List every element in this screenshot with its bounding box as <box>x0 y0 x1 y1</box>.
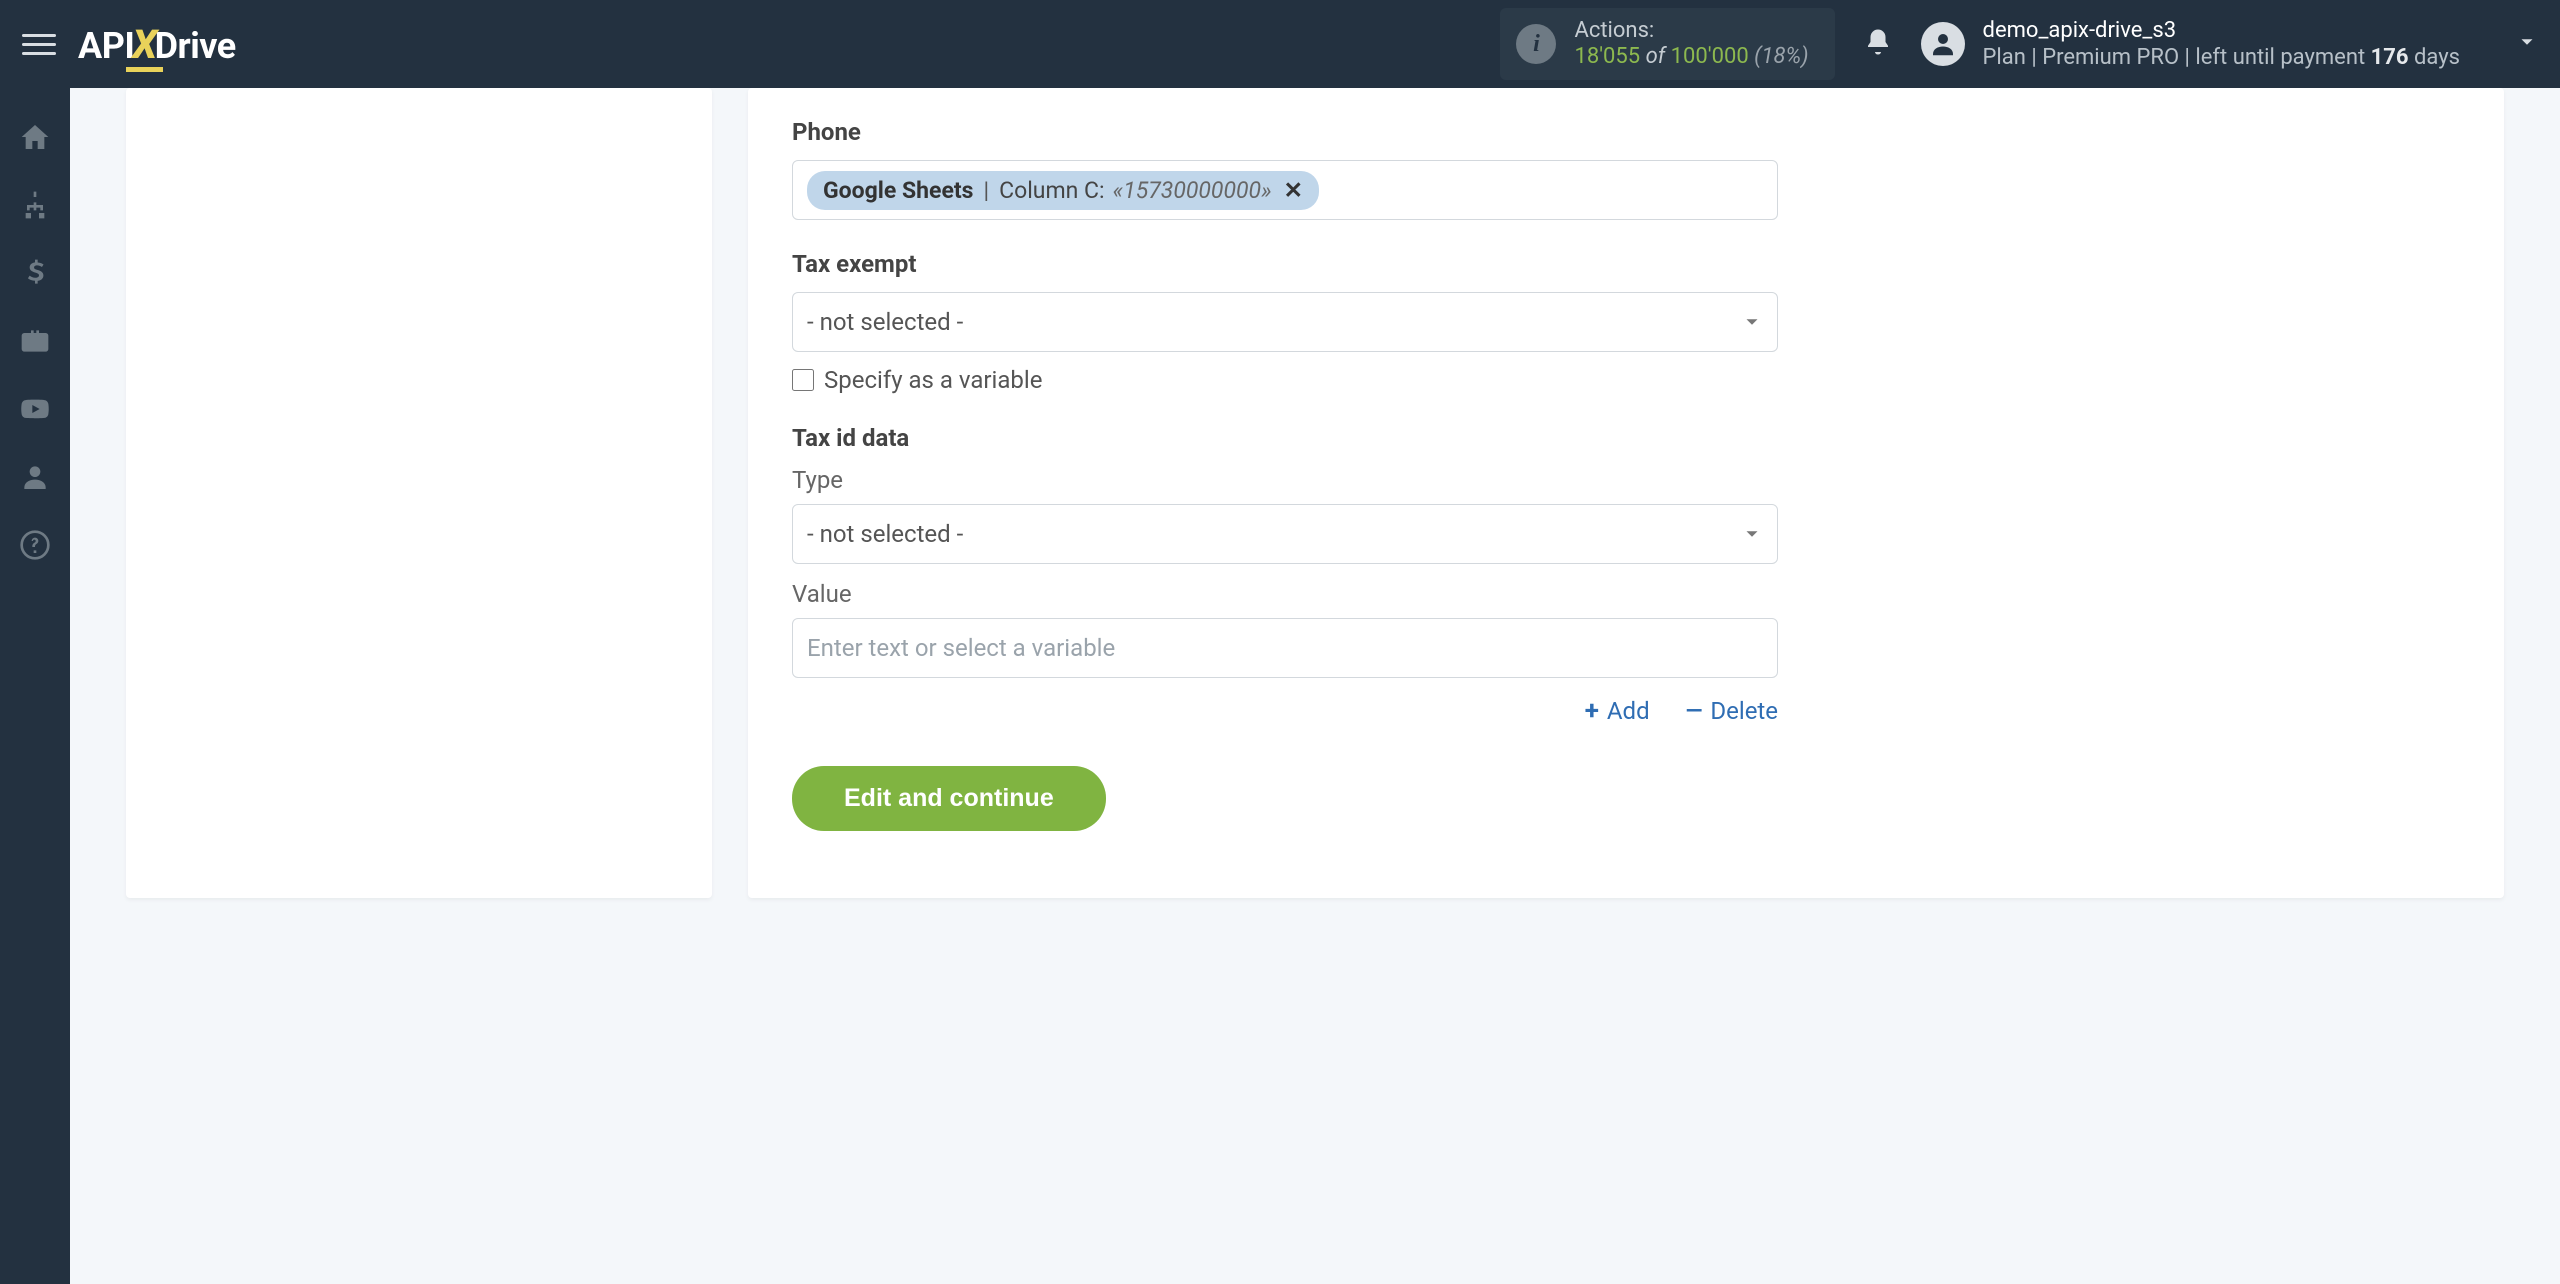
workspace: Phone Google Sheets | Column C: «1573000… <box>70 88 2560 1284</box>
edit-continue-button[interactable]: Edit and continue <box>792 766 1106 831</box>
avatar-icon <box>1921 22 1965 66</box>
section-tax-id: Tax id data Type - not selected - Value … <box>792 424 1778 726</box>
left-rail <box>0 88 70 1284</box>
logo-x: X <box>132 21 156 68</box>
tax-id-section-label: Tax id data <box>792 424 1778 452</box>
tax-id-actions: Add Delete <box>792 696 1778 726</box>
user-block[interactable]: demo_apix-drive_s3 Plan | Premium PRO | … <box>1921 17 2460 72</box>
rail-user[interactable] <box>0 446 70 508</box>
rail-help[interactable] <box>0 514 70 576</box>
rail-home[interactable] <box>0 106 70 168</box>
user-plan: Plan | Premium PRO | left until payment … <box>1983 44 2460 72</box>
info-icon: i <box>1516 24 1556 64</box>
logo-api: API <box>78 25 134 67</box>
left-panel <box>126 88 712 898</box>
field-phone: Phone Google Sheets | Column C: «1573000… <box>792 118 1778 220</box>
actions-pct: (18%) <box>1754 44 1808 69</box>
actions-of: of <box>1646 44 1666 69</box>
actions-label: Actions: <box>1574 18 1808 44</box>
field-tax-exempt: Tax exempt - not selected - Specify as a… <box>792 250 1778 394</box>
tax-exempt-variable-input[interactable] <box>792 369 814 391</box>
phone-label: Phone <box>792 118 1778 146</box>
bell-icon[interactable] <box>1863 27 1893 61</box>
actions-used: 18'055 <box>1574 44 1640 69</box>
phone-input[interactable]: Google Sheets | Column C: «15730000000» … <box>792 160 1778 220</box>
user-text: demo_apix-drive_s3 Plan | Premium PRO | … <box>1983 17 2460 72</box>
delete-button[interactable]: Delete <box>1686 696 1778 726</box>
actions-total: 100'000 <box>1671 44 1749 69</box>
tax-exempt-label: Tax exempt <box>792 250 1778 278</box>
tax-id-type-select[interactable]: - not selected - <box>792 504 1778 564</box>
tax-id-value-label: Value <box>792 580 1778 608</box>
tax-exempt-variable-checkbox[interactable]: Specify as a variable <box>792 366 1778 394</box>
actions-text: Actions: 18'055 of 100'000 (18%) <box>1574 18 1808 71</box>
logo-drive: Drive <box>155 25 236 67</box>
tax-id-value-input[interactable]: Enter text or select a variable <box>792 618 1778 678</box>
user-name: demo_apix-drive_s3 <box>1983 17 2460 45</box>
menu-toggle[interactable] <box>22 27 56 61</box>
add-button[interactable]: Add <box>1585 696 1650 726</box>
form-panel: Phone Google Sheets | Column C: «1573000… <box>748 88 2504 898</box>
logo[interactable]: API X Drive <box>78 21 236 68</box>
topbar-right: i Actions: 18'055 of 100'000 (18%) demo_… <box>1500 8 2538 81</box>
tax-exempt-select[interactable]: - not selected - <box>792 292 1778 352</box>
tax-id-type-label: Type <box>792 466 1778 494</box>
rail-youtube[interactable] <box>0 378 70 440</box>
chevron-down-icon[interactable] <box>2516 31 2538 57</box>
topbar: API X Drive i Actions: 18'055 of 100'000… <box>0 0 2560 88</box>
phone-token-remove[interactable]: ✕ <box>1284 177 1303 204</box>
rail-dollar[interactable] <box>0 242 70 304</box>
actions-pill[interactable]: i Actions: 18'055 of 100'000 (18%) <box>1500 8 1834 81</box>
chevron-down-icon <box>1741 311 1763 333</box>
chevron-down-icon <box>1741 523 1763 545</box>
rail-briefcase[interactable] <box>0 310 70 372</box>
rail-sitemap[interactable] <box>0 174 70 236</box>
phone-token: Google Sheets | Column C: «15730000000» … <box>807 171 1319 210</box>
